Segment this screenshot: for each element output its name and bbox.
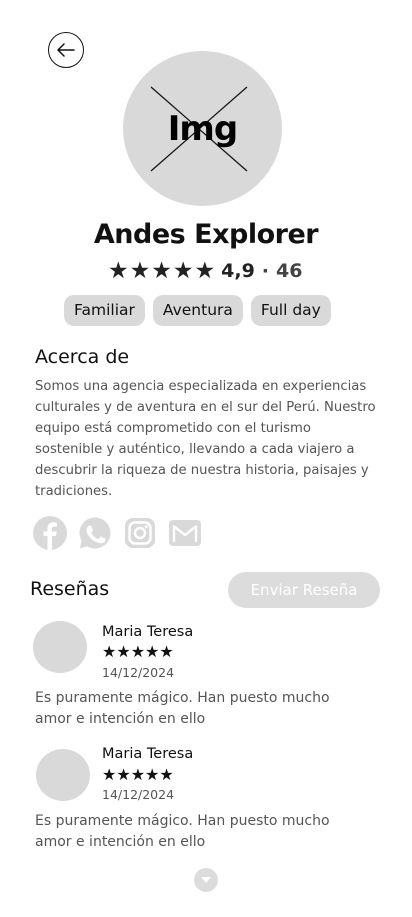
tag-familiar[interactable]: Familiar bbox=[64, 295, 145, 326]
star-icon: ★ bbox=[108, 258, 129, 284]
reviewer-name: Maria Teresa bbox=[102, 746, 194, 762]
load-more-button[interactable] bbox=[194, 868, 218, 892]
rating-separator: · bbox=[261, 260, 270, 282]
tag-full-day[interactable]: Full day bbox=[250, 295, 331, 326]
review-date: 14/12/2024 bbox=[102, 665, 175, 680]
mail-link[interactable] bbox=[168, 516, 202, 550]
about-text: Somos una agencia especializada en exper… bbox=[35, 379, 376, 499]
review-stars: ★★★★★ bbox=[102, 642, 174, 661]
image-placeholder-label: Img bbox=[167, 108, 238, 149]
tag-aventura[interactable]: Aventura bbox=[152, 295, 243, 326]
agency-name: Andes Explorer bbox=[93, 219, 319, 250]
review-stars: ★★★★★ bbox=[102, 765, 174, 784]
star-icon: ★ bbox=[172, 258, 194, 284]
tag-list: Familiar Aventura Full day bbox=[64, 295, 331, 326]
about-title: Acerca de bbox=[35, 346, 130, 368]
reviewer-name: Maria Teresa bbox=[102, 624, 194, 640]
agency-image-placeholder: Img bbox=[123, 51, 282, 206]
arrow-left-icon bbox=[57, 43, 75, 57]
chevron-down-icon bbox=[201, 877, 211, 883]
mail-icon bbox=[169, 520, 201, 546]
star-icon: ★ bbox=[129, 258, 151, 284]
back-button[interactable] bbox=[48, 32, 84, 68]
agency-rating: ★ ★ ★ ★ ★ 4,9 · 46 bbox=[108, 258, 302, 284]
review-count: 46 bbox=[276, 260, 303, 282]
review-date: 14/12/2024 bbox=[102, 787, 175, 802]
instagram-icon bbox=[125, 518, 155, 548]
social-links bbox=[33, 516, 202, 550]
rating-value: 4,9 bbox=[221, 260, 255, 282]
facebook-icon bbox=[33, 516, 67, 550]
review-text: Es puramente mágico. Han puesto mucho am… bbox=[35, 690, 330, 727]
reviews-title: Reseñas bbox=[30, 578, 110, 600]
whatsapp-icon bbox=[79, 517, 111, 549]
review-text: Es puramente mágico. Han puesto mucho am… bbox=[35, 813, 330, 850]
star-icon: ★ bbox=[194, 258, 216, 284]
facebook-link[interactable] bbox=[33, 516, 67, 550]
star-icon: ★ bbox=[151, 258, 172, 284]
send-review-button[interactable]: Enviar Reseña bbox=[228, 572, 380, 608]
reviewer-avatar bbox=[33, 621, 87, 673]
whatsapp-link[interactable] bbox=[78, 516, 112, 550]
instagram-link[interactable] bbox=[123, 516, 157, 550]
reviewer-avatar bbox=[36, 749, 90, 801]
